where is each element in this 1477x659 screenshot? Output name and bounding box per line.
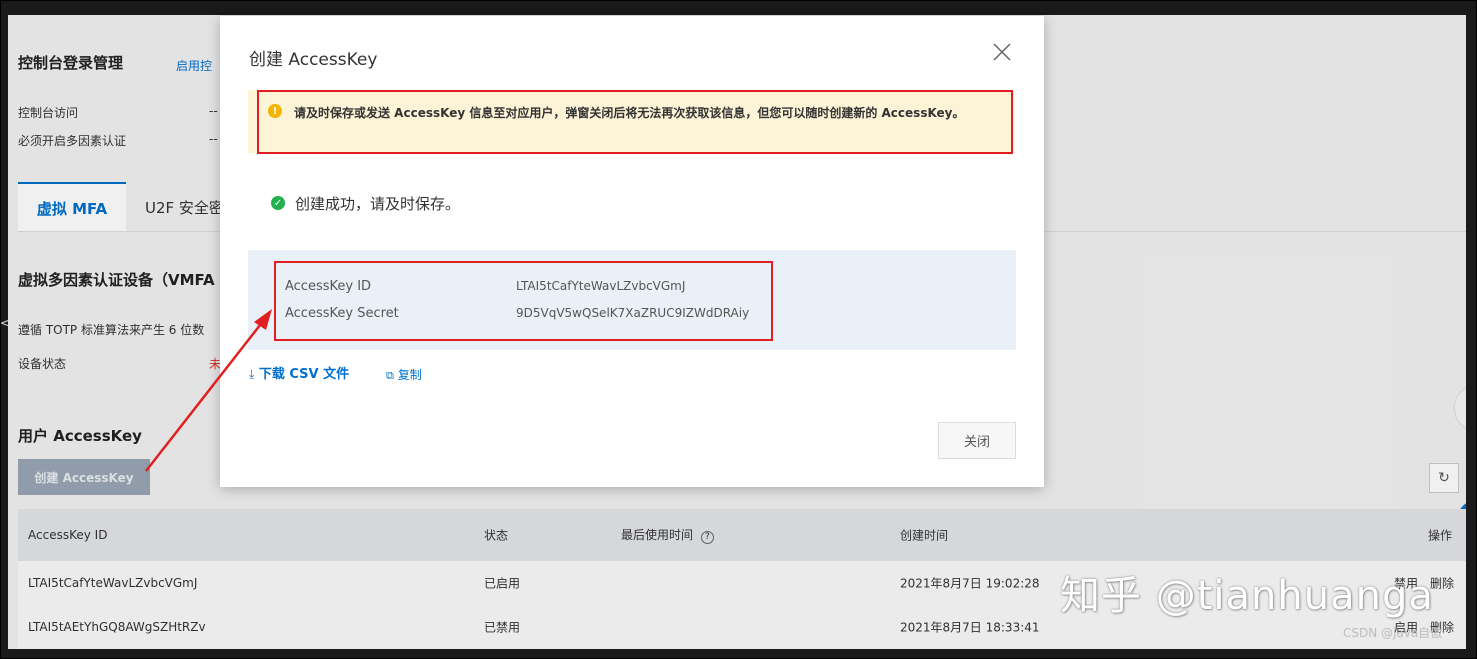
dialog-title: 创建 AccessKey bbox=[249, 50, 378, 70]
col-actions: 操作 bbox=[1428, 528, 1453, 543]
zhihu-watermark: 知乎 @tianhuanga bbox=[1060, 573, 1434, 619]
col-last-used: 最后使用时间 ? bbox=[621, 526, 714, 544]
user-accesskey-title: 用户 AccessKey bbox=[18, 427, 142, 445]
device-status-label: 设备状态 bbox=[18, 357, 67, 371]
row-status: 已禁用 bbox=[484, 620, 521, 635]
refresh-button[interactable]: ↻ bbox=[1429, 463, 1459, 493]
warning-highlight-box bbox=[257, 90, 1013, 154]
copy-link[interactable]: ⧉ 复制 bbox=[386, 366, 422, 383]
check-circle-icon: ✓ bbox=[271, 196, 285, 210]
row-created: 2021年8月7日 18:33:41 bbox=[900, 620, 1040, 635]
col-created: 创建时间 bbox=[900, 528, 949, 543]
create-accesskey-button[interactable]: 创建 AccessKey bbox=[18, 459, 150, 495]
enable-console-link[interactable]: 启用控 bbox=[176, 57, 212, 74]
download-csv-label: 下载 CSV 文件 bbox=[258, 367, 350, 382]
key-highlight-box bbox=[274, 261, 773, 341]
table-header: AccessKey ID 状态 最后使用时间 ? 创建时间 操作 bbox=[18, 509, 1466, 561]
row-status: 已启用 bbox=[484, 576, 521, 591]
tab-virtual-mfa[interactable]: 虚拟 MFA bbox=[18, 182, 126, 232]
csdn-watermark: CSDN @java自傲 bbox=[1343, 626, 1443, 640]
console-access-label: 控制台访问 bbox=[18, 106, 79, 120]
download-icon: ⤓ bbox=[249, 367, 255, 381]
refresh-icon: ↻ bbox=[1438, 470, 1450, 486]
create-accesskey-dialog: 创建 AccessKey ! 请及时保存或发送 AccessKey 信息至对应用… bbox=[220, 16, 1044, 487]
col-status: 状态 bbox=[484, 528, 509, 543]
download-csv-link[interactable]: ⤓ 下载 CSV 文件 bbox=[249, 363, 349, 382]
help-icon[interactable]: ? bbox=[700, 531, 714, 544]
col-accesskey-id: AccessKey ID bbox=[28, 528, 108, 542]
console-access-value: -- bbox=[209, 104, 218, 118]
mfa-required-label: 必须开启多因素认证 bbox=[18, 134, 127, 148]
success-message: 创建成功，请及时保存。 bbox=[295, 195, 461, 213]
vmfa-title: 虚拟多因素认证设备（VMFA bbox=[18, 271, 215, 289]
vmfa-description: 遵循 TOTP 标准算法来产生 6 位数 bbox=[18, 323, 205, 337]
row-created: 2021年8月7日 19:02:28 bbox=[900, 576, 1040, 591]
close-button[interactable]: 关闭 bbox=[938, 422, 1016, 459]
row-accesskey-id: LTAI5tCafYteWavLZvbcVGmJ bbox=[28, 576, 198, 590]
side-fragment: < bbox=[0, 316, 11, 330]
copy-icon: ⧉ bbox=[386, 369, 394, 382]
console-login-title: 控制台登录管理 bbox=[18, 54, 124, 72]
row-accesskey-id: LTAI5tAEtYhGQ8AWgSZHtRZv bbox=[28, 620, 206, 634]
copy-label: 复制 bbox=[397, 368, 422, 382]
close-icon[interactable] bbox=[990, 40, 1014, 64]
mfa-required-value: -- bbox=[209, 132, 218, 146]
col-last-used-label: 最后使用时间 bbox=[621, 528, 694, 542]
floating-help-tab[interactable] bbox=[1454, 385, 1466, 431]
